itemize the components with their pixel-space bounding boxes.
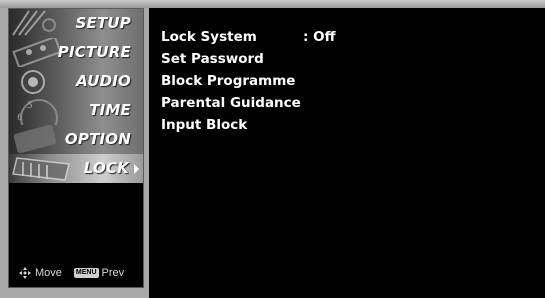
option-label: Parental Guidance <box>161 95 301 111</box>
sidebar-item-time[interactable]: 6 5 TIME <box>9 96 143 126</box>
sidebar-item-label: OPTION <box>64 130 131 148</box>
sidebar-item-label: SETUP <box>75 14 131 32</box>
option-label: Input Block <box>161 117 248 133</box>
sidebar-item-picture[interactable]: PICTURE <box>9 38 143 68</box>
lock-options-list: Lock System : Off Set Password Block Pro… <box>161 26 336 136</box>
option-label: Set Password <box>161 51 264 67</box>
prev-label: Prev <box>101 267 125 279</box>
speaker-icon <box>21 70 45 94</box>
lock-submenu-panel: Lock System : Off Set Password Block Pro… <box>149 8 545 298</box>
svg-text:5: 5 <box>27 101 33 111</box>
sidebar-item-label: PICTURE <box>57 43 131 61</box>
option-input-block[interactable]: Input Block <box>161 114 301 136</box>
move-icon <box>19 267 31 279</box>
option-parental-guidance[interactable]: Parental Guidance <box>161 92 301 114</box>
option-set-password[interactable]: Set Password <box>161 48 301 70</box>
option-lock-system[interactable]: Lock System : Off <box>161 26 336 48</box>
option-label: Lock System <box>161 29 257 45</box>
lock-icon <box>12 157 70 181</box>
option-value: : Off <box>303 29 336 45</box>
tv-osd-frame: SETUP PICTURE AUDIO 6 5 TIME OPTION LOCK… <box>0 0 545 298</box>
sidebar-item-label: LOCK <box>83 159 129 177</box>
navigation-hint: Move MENU Prev <box>19 267 124 279</box>
sidebar-item-label: TIME <box>89 101 131 119</box>
sidebar-item-setup[interactable]: SETUP <box>9 9 143 39</box>
option-block-programme[interactable]: Block Programme <box>161 70 301 92</box>
sidebar-item-label: AUDIO <box>76 72 131 90</box>
top-bezel <box>0 0 545 8</box>
arrow-right-icon <box>134 164 139 174</box>
sidebar-item-audio[interactable]: AUDIO <box>9 67 143 97</box>
sidebar-item-lock[interactable]: LOCK <box>9 154 143 184</box>
sidebar-item-option[interactable]: OPTION <box>9 125 143 155</box>
sidebar-menu: SETUP PICTURE AUDIO 6 5 TIME OPTION LOCK… <box>8 8 144 288</box>
clock-icon: 6 5 <box>17 99 58 125</box>
menu-key-icon: MENU <box>73 268 99 278</box>
option-label: Block Programme <box>161 73 296 89</box>
move-label: Move <box>35 267 62 279</box>
satellite-dish-icon <box>12 10 56 36</box>
svg-text:6: 6 <box>17 113 23 123</box>
